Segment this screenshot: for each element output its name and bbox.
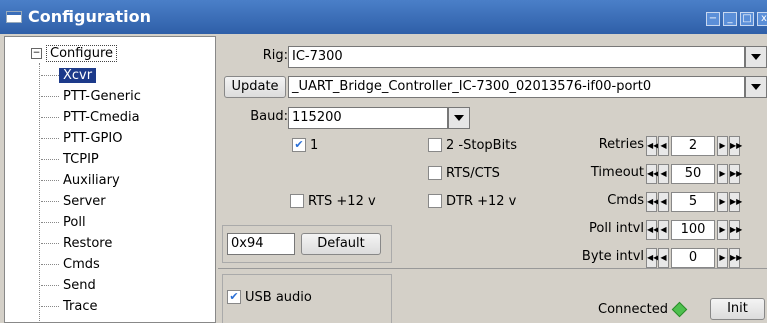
baud-select[interactable]: 115200 (288, 107, 448, 129)
connected-status: Connected (598, 301, 688, 319)
cmds-value[interactable]: 5 (671, 192, 715, 212)
increment-icon[interactable]: ▶ (717, 164, 728, 184)
stopbits-1-checkbox[interactable]: ✔ 1 (292, 137, 318, 155)
fast-increment-icon[interactable]: ▶▶ (729, 164, 742, 184)
civ-group: 0x94 Default (222, 225, 392, 263)
tree-connector-line (39, 63, 40, 322)
audio-group: ✔ USB audio (222, 274, 392, 323)
checkmark-icon: ✔ (292, 137, 306, 152)
init-button[interactable]: Init (710, 298, 765, 320)
decrement-icon[interactable]: ◀ (658, 164, 669, 184)
tree-item-auxiliary[interactable]: Auxiliary (41, 172, 124, 190)
fast-increment-icon[interactable]: ▶▶ (729, 220, 742, 240)
checkmark-icon: ✔ (227, 289, 241, 304)
tree-root-label: Configure (46, 45, 118, 62)
timeout-value[interactable]: 50 (671, 164, 715, 184)
title-bar: Configuration − _ □ x (0, 0, 767, 34)
tree-item-ptt-gpio[interactable]: PTT-GPIO (41, 130, 126, 148)
tree-item-trace[interactable]: Trace (41, 298, 102, 316)
decrement-icon[interactable]: ◀ (658, 220, 669, 240)
port-dropdown-icon[interactable] (745, 76, 767, 98)
baud-label: Baud: (250, 109, 288, 124)
fast-decrement-icon[interactable]: ◀◀ (646, 220, 659, 240)
divider (218, 268, 767, 269)
tree-item-ptt-cmedia[interactable]: PTT-Cmedia (41, 109, 144, 127)
retries-value[interactable]: 2 (671, 136, 715, 156)
poll-intvl-value[interactable]: 100 (671, 220, 715, 240)
dtr-12v-checkbox[interactable]: DTR +12 v (428, 193, 516, 211)
default-button[interactable]: Default (301, 233, 381, 255)
civ-address-input[interactable]: 0x94 (227, 233, 295, 255)
fast-decrement-icon[interactable]: ◀◀ (646, 164, 659, 184)
byte-intvl-value[interactable]: 0 (671, 248, 715, 268)
stopbits-2-checkbox[interactable]: 2 -StopBits (428, 137, 517, 155)
minimize-icon[interactable]: _ (723, 12, 737, 26)
fast-decrement-icon[interactable]: ◀◀ (646, 248, 659, 268)
increment-icon[interactable]: ▶ (717, 192, 728, 212)
tree-item-send[interactable]: Send (41, 277, 100, 295)
rig-select[interactable]: IC-7300 (288, 46, 745, 68)
tree-root[interactable]: − Configure (31, 45, 118, 63)
rts-cts-checkbox[interactable]: RTS/CTS (428, 165, 500, 183)
collapse-icon[interactable]: − (31, 48, 42, 59)
maximize-icon[interactable]: □ (740, 12, 754, 26)
port-select[interactable]: _UART_Bridge_Controller_IC-7300_02013576… (288, 76, 745, 98)
fast-decrement-icon[interactable]: ◀◀ (646, 136, 659, 156)
fast-increment-icon[interactable]: ▶▶ (729, 136, 742, 156)
retries-label: Retries (598, 137, 644, 152)
decrement-icon[interactable]: ◀ (658, 192, 669, 212)
cmds-label: Cmds (607, 193, 644, 208)
xcvr-settings-pane: Rig: IC-7300 Update _UART_Bridge_Control… (218, 36, 767, 323)
decrement-icon[interactable]: ◀ (658, 248, 669, 268)
timeout-label: Timeout (590, 165, 644, 180)
update-button[interactable]: Update (224, 76, 286, 98)
usb-audio-checkbox[interactable]: ✔ USB audio (227, 289, 312, 307)
tree-item-restore[interactable]: Restore (41, 235, 116, 253)
restore-icon[interactable]: − (706, 12, 720, 26)
tree-item-poll[interactable]: Poll (41, 214, 90, 232)
tree-item-tcpip[interactable]: TCPIP (41, 151, 103, 169)
tree-item-ptt-generic[interactable]: PTT-Generic (41, 88, 145, 106)
close-icon[interactable]: x (757, 12, 767, 26)
rts-12v-checkbox[interactable]: RTS +12 v (290, 193, 376, 211)
fast-increment-icon[interactable]: ▶▶ (729, 192, 742, 212)
connected-indicator-icon (671, 301, 688, 318)
fast-increment-icon[interactable]: ▶▶ (729, 248, 742, 268)
tree-item-server[interactable]: Server (41, 193, 110, 211)
window-title: Configuration (28, 7, 152, 26)
tree-item-cmds[interactable]: Cmds (41, 256, 104, 274)
increment-icon[interactable]: ▶ (717, 248, 728, 268)
rig-label: Rig: (262, 48, 288, 63)
rig-dropdown-icon[interactable] (745, 46, 767, 68)
window-icon (6, 11, 22, 23)
decrement-icon[interactable]: ◀ (658, 136, 669, 156)
tree-item-xcvr[interactable]: Xcvr (41, 67, 97, 85)
fast-decrement-icon[interactable]: ◀◀ (646, 192, 659, 212)
increment-icon[interactable]: ▶ (717, 136, 728, 156)
baud-dropdown-icon[interactable] (448, 107, 470, 129)
poll-intvl-label: Poll intvl (589, 221, 644, 236)
increment-icon[interactable]: ▶ (717, 220, 728, 240)
config-tree: − Configure Xcvr PTT-Generic PTT-Cmedia P… (4, 36, 216, 323)
byte-intvl-label: Byte intvl (581, 249, 644, 264)
